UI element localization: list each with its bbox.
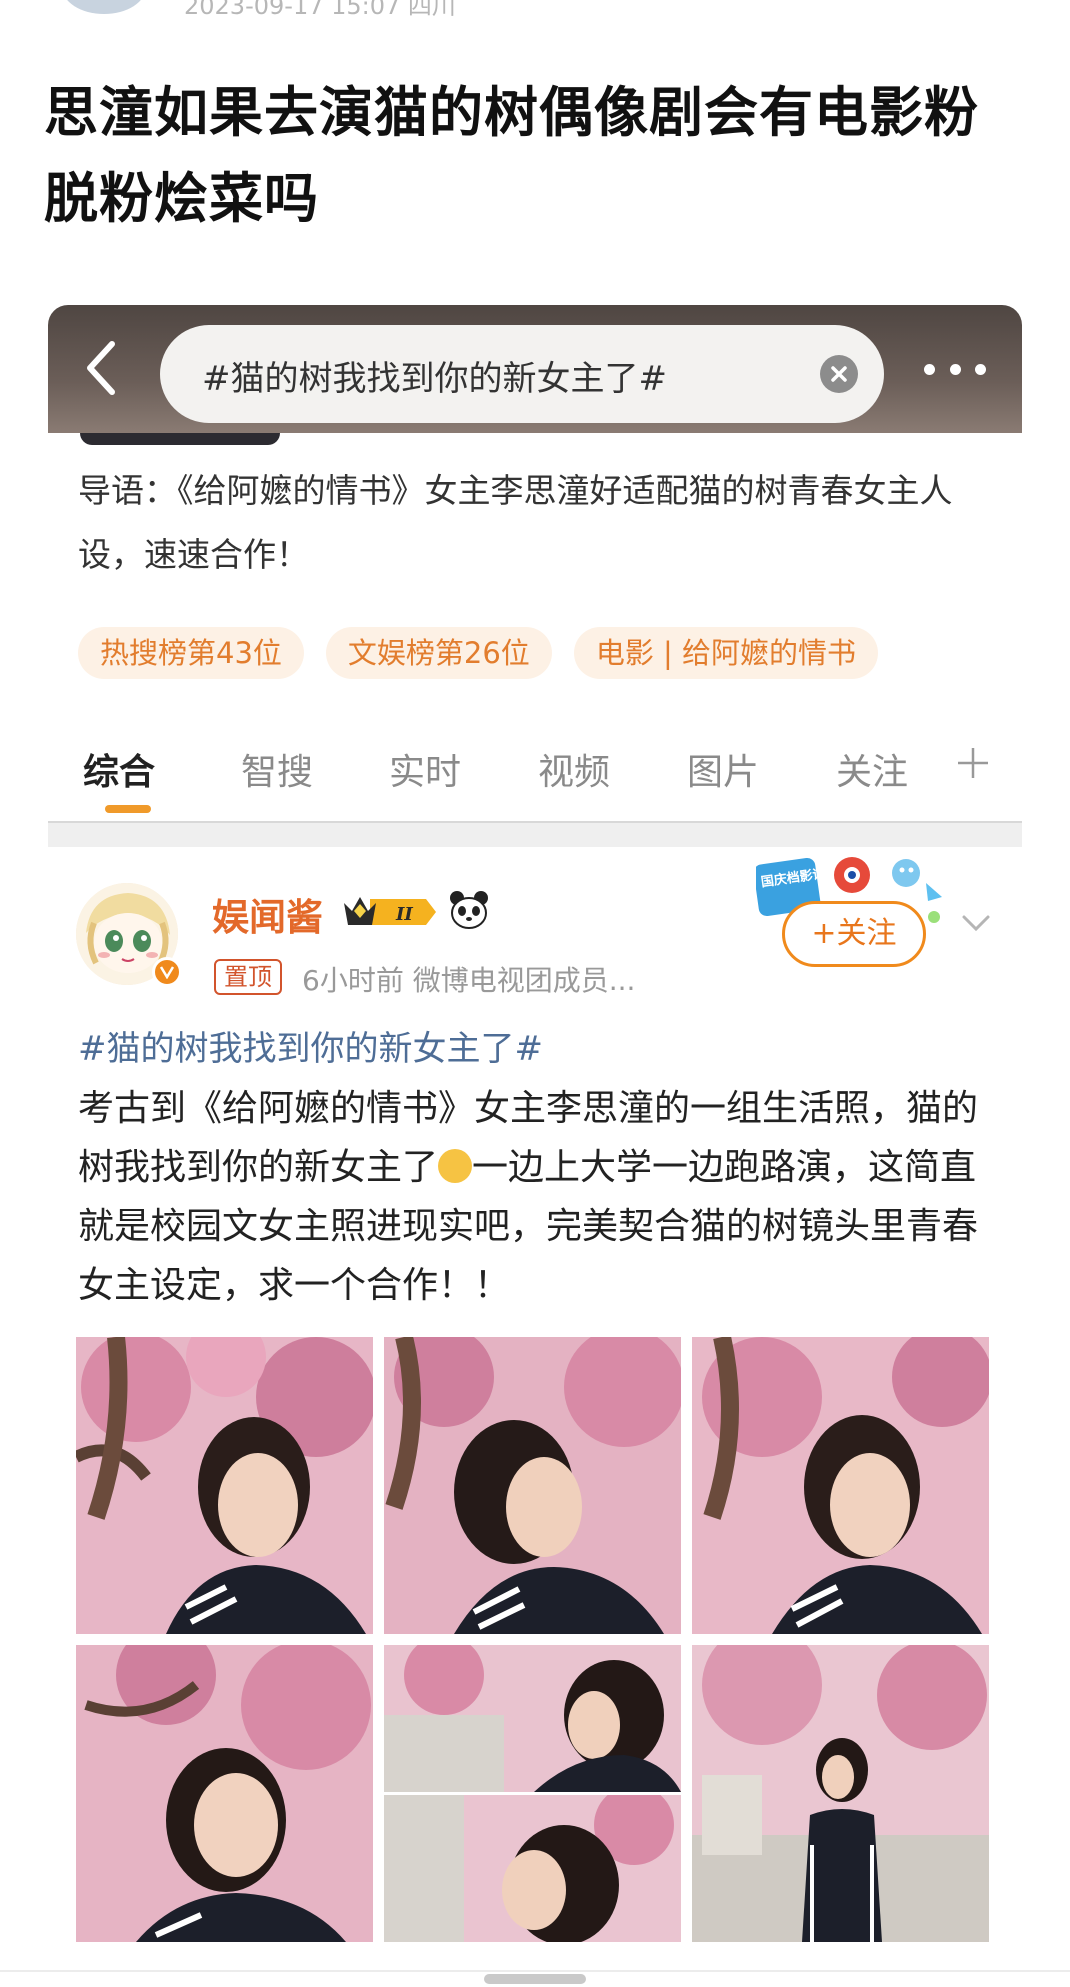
panda-icon xyxy=(450,891,488,929)
clear-search-button[interactable] xyxy=(820,355,858,393)
post-photo-6[interactable] xyxy=(384,1795,681,1942)
post-photo-3[interactable] xyxy=(692,1337,989,1634)
post-photo-1[interactable] xyxy=(76,1337,373,1634)
search-query: #猫的树我找到你的新女主了# xyxy=(202,359,667,399)
post-title: 思潼如果去演猫的树偶像剧会有电影粉脱粉烩菜吗 xyxy=(44,81,979,230)
topic-intro: 导语：《给阿嬷的情书》女主李思潼好适配猫的树青春女主人设，速速合作！ xyxy=(78,471,953,574)
author-avatar[interactable] xyxy=(62,0,146,14)
tab-following[interactable]: 关注 xyxy=(836,743,908,795)
post-photo-7[interactable] xyxy=(692,1645,989,1942)
crown-level-badge-icon[interactable]: II xyxy=(340,891,440,933)
active-tab-indicator xyxy=(105,805,151,813)
entertainment-rank-tag[interactable]: 文娱榜第26位 xyxy=(325,627,552,679)
post-meta-row: 2023-09-17 15:07 四川 xyxy=(0,0,1070,20)
section-divider xyxy=(48,821,1022,847)
post-photo-2[interactable] xyxy=(384,1337,681,1634)
tab-realtime[interactable]: 实时 xyxy=(389,743,461,795)
dot-icon xyxy=(924,363,935,375)
tab-bar: 综合 智搜 实时 视频 图片 关注 xyxy=(48,733,1022,829)
search-header: #猫的树我找到你的新女主了# xyxy=(48,305,1022,433)
tab-video[interactable]: 视频 xyxy=(538,743,610,795)
crying-face-icon xyxy=(438,1149,473,1183)
home-indicator xyxy=(484,1974,586,1984)
topic-tags: 热搜榜第43位 文娱榜第26位 电影 | 给阿嬷的情书 xyxy=(78,627,879,679)
embedded-screenshot: #猫的树我找到你的新女主了# 导语：《给阿嬷的情书》女主李思潼好适配猫的树青春女… xyxy=(48,305,1022,1955)
back-button[interactable] xyxy=(76,335,126,401)
user-name[interactable]: 娱闻酱 xyxy=(212,887,323,941)
chevron-down-icon[interactable] xyxy=(956,903,996,943)
photo-image xyxy=(692,1337,989,1634)
tab-smart-search[interactable]: 智搜 xyxy=(241,743,313,795)
photo-image xyxy=(384,1645,681,1792)
post-hashtag-link[interactable]: #猫的树我找到你的新女主了# xyxy=(78,1021,543,1070)
movie-tag[interactable]: 电影 | 给阿嬷的情书 xyxy=(573,627,879,679)
dot-icon xyxy=(975,363,986,375)
close-icon xyxy=(831,366,847,382)
verified-badge-icon xyxy=(152,957,182,987)
post-time-source: 6小时前 微博电视团成员... xyxy=(302,964,636,997)
hot-search-rank-tag[interactable]: 热搜榜第43位 xyxy=(78,627,304,679)
pinned-label: 置顶 xyxy=(214,959,282,995)
follow-button[interactable]: +关注 xyxy=(782,901,926,967)
post-photo-4[interactable] xyxy=(76,1645,373,1942)
post-body: 考古到《给阿嬷的情书》女主李思潼的一组生活照，猫的树我找到你的新女主了 一边上大学… xyxy=(78,1079,1008,1315)
photo-image xyxy=(384,1795,681,1942)
search-input[interactable]: #猫的树我找到你的新女主了# xyxy=(160,325,884,423)
post-photo-5[interactable] xyxy=(384,1645,681,1792)
photo-image xyxy=(76,1645,373,1942)
plus-icon[interactable] xyxy=(955,745,991,781)
photo-image xyxy=(76,1337,373,1634)
tab-comprehensive[interactable]: 综合 xyxy=(83,743,155,795)
header-shadow-strip xyxy=(80,433,280,445)
level-badge-text: II xyxy=(395,904,413,925)
photo-image xyxy=(692,1645,989,1942)
chevron-left-icon xyxy=(87,341,115,395)
tab-images[interactable]: 图片 xyxy=(687,743,759,795)
dot-icon xyxy=(949,363,961,375)
post-meta-text: 2023-09-17 15:07 四川 xyxy=(184,0,456,20)
bottom-divider xyxy=(0,1970,1070,1972)
photo-image xyxy=(384,1337,681,1634)
more-options-button[interactable] xyxy=(924,355,986,383)
